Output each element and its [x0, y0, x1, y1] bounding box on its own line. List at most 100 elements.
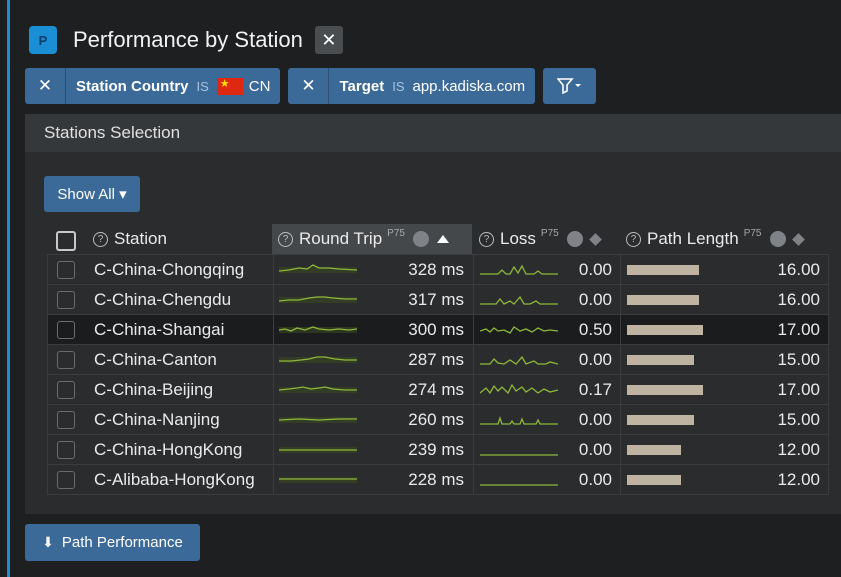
path-length-value: 15.00 [777, 349, 820, 369]
help-icon[interactable]: ? [93, 231, 108, 247]
path-length-value: 12.00 [777, 439, 820, 459]
sort-icon[interactable] [588, 232, 602, 246]
page-title: Performance by Station [73, 27, 303, 52]
help-icon[interactable]: ? [278, 231, 293, 247]
row-checkbox[interactable] [57, 321, 75, 339]
download-icon: ⬇ [42, 534, 54, 550]
loss-value: 0.00 [578, 259, 612, 279]
loss-value: 0.17 [578, 379, 612, 399]
round-trip-sparkline [279, 315, 357, 344]
table-row[interactable]: C-China-Nanjing 260 ms 0.00 15.00 [48, 405, 828, 435]
filter-operator: IS [392, 78, 405, 94]
round-trip-value: 260 ms [408, 409, 464, 429]
round-trip-sparkline [279, 435, 357, 464]
help-icon[interactable]: ? [626, 231, 641, 247]
round-trip-sparkline [279, 375, 357, 404]
add-filter-dropdown[interactable] [543, 68, 597, 104]
filter-chip-target[interactable]: ✕ Target IS app.kadiska.com [288, 68, 536, 104]
help-icon[interactable]: ? [479, 231, 494, 247]
station-name: C-China-Chengdu [94, 289, 232, 309]
path-length-value: 12.00 [777, 469, 820, 489]
filter-chip-station-country[interactable]: ✕ Station Country IS CN [25, 68, 281, 104]
aggregation-icon[interactable] [566, 231, 583, 247]
show-all-button[interactable]: Show All ▾ [44, 176, 140, 212]
loss-sparkline [480, 375, 558, 404]
funnel-icon [556, 78, 581, 94]
loss-value: 0.00 [578, 289, 612, 309]
round-trip-value: 300 ms [408, 319, 464, 339]
round-trip-value: 317 ms [408, 289, 464, 309]
accent-line [7, 0, 10, 577]
column-header-loss[interactable]: ? Loss P75 [479, 224, 602, 254]
loss-sparkline [480, 465, 558, 494]
round-trip-sparkline [279, 465, 357, 494]
path-length-value: 16.00 [777, 289, 820, 309]
table-body: C-China-Chongqing 328 ms 0.00 16.00 C-Ch… [47, 254, 829, 495]
loss-sparkline [480, 435, 558, 464]
panel-title: Stations Selection [25, 114, 841, 152]
aggregation-icon[interactable] [769, 231, 786, 247]
select-all-checkbox[interactable] [56, 231, 76, 251]
row-checkbox[interactable] [57, 411, 75, 429]
table-row[interactable]: C-China-Shangai 300 ms 0.50 17.00 [48, 315, 828, 345]
loss-sparkline [480, 405, 558, 434]
path-length-value: 15.00 [777, 409, 820, 429]
round-trip-value: 228 ms [408, 469, 464, 489]
round-trip-sparkline [279, 255, 357, 284]
station-name: C-China-Chongqing [94, 259, 245, 279]
sort-icon[interactable] [791, 232, 805, 246]
table-row[interactable]: C-Alibaba-HongKong 228 ms 0.00 12.00 [48, 465, 828, 494]
path-performance-button[interactable]: ⬇ Path Performance [25, 524, 200, 561]
filter-key: Target [339, 77, 385, 95]
path-length-value: 17.00 [777, 379, 820, 399]
path-length-bar [627, 375, 747, 404]
row-checkbox[interactable] [57, 261, 75, 279]
table-row[interactable]: C-China-Canton 287 ms 0.00 15.00 [48, 345, 828, 375]
close-button[interactable]: ✕ [314, 26, 343, 54]
table-row[interactable]: C-China-Beijing 274 ms 0.17 17.00 [48, 375, 828, 405]
round-trip-value: 287 ms [408, 349, 464, 369]
sort-ascending-icon[interactable] [436, 235, 449, 243]
loss-sparkline [480, 345, 558, 374]
path-length-bar [627, 315, 747, 344]
table-row[interactable]: C-China-HongKong 239 ms 0.00 12.00 [48, 435, 828, 465]
filter-key: Station Country [76, 77, 189, 95]
station-name: C-China-Nanjing [94, 409, 220, 429]
station-name: C-Alibaba-HongKong [94, 469, 255, 489]
loss-value: 0.00 [578, 439, 612, 459]
station-name: C-China-Beijing [94, 379, 214, 399]
loss-value: 0.50 [578, 319, 612, 339]
table-row[interactable]: C-China-Chengdu 317 ms 0.00 16.00 [48, 285, 828, 315]
row-checkbox[interactable] [57, 291, 75, 309]
round-trip-value: 328 ms [408, 259, 464, 279]
path-length-bar [627, 285, 747, 314]
remove-filter-button[interactable]: ✕ [288, 68, 330, 104]
row-checkbox[interactable] [57, 351, 75, 369]
filter-value: CN [248, 77, 271, 95]
station-name: C-China-Canton [94, 349, 217, 369]
row-checkbox[interactable] [57, 381, 75, 399]
filter-operator: IS [196, 78, 209, 94]
loss-value: 0.00 [578, 469, 612, 489]
loss-sparkline [480, 255, 558, 284]
aggregation-icon[interactable] [412, 231, 429, 247]
close-icon: ✕ [37, 76, 53, 95]
round-trip-value: 239 ms [408, 439, 464, 459]
row-checkbox[interactable] [57, 471, 75, 489]
loss-sparkline [480, 315, 558, 344]
table-row[interactable]: C-China-Chongqing 328 ms 0.00 16.00 [48, 255, 828, 285]
column-header-path-length[interactable]: ? Path Length P75 [626, 224, 805, 254]
path-length-bar [627, 405, 747, 434]
table-header: ? Station ? Round Trip P75 ? Loss P75 ? … [47, 224, 827, 254]
remove-filter-button[interactable]: ✕ [25, 68, 66, 104]
station-name: C-China-Shangai [94, 319, 225, 339]
filter-bar: ✕ Station Country IS CN ✕ Target IS app.… [25, 68, 597, 104]
stations-selection-panel: Stations Selection Show All ▾ ? Station … [25, 114, 841, 514]
column-header-round-trip[interactable]: ? Round Trip P75 [272, 224, 472, 254]
loss-sparkline [480, 285, 558, 314]
column-header-station[interactable]: ? Station [93, 224, 167, 254]
row-checkbox[interactable] [57, 441, 75, 459]
path-length-value: 16.00 [777, 259, 820, 279]
loss-value: 0.00 [578, 409, 612, 429]
page-header: P Performance by Station ✕ [29, 24, 343, 56]
